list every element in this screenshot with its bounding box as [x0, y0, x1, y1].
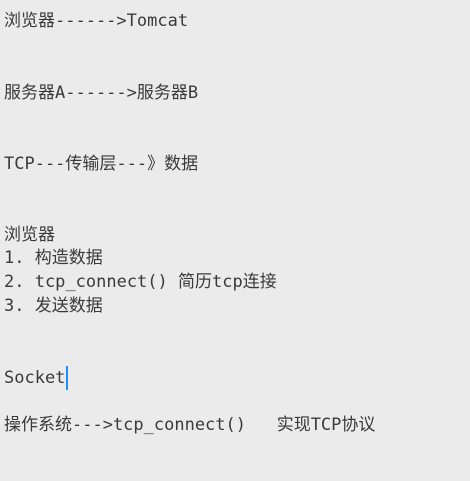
text-editor[interactable]: 浏览器------>Tomcat 服务器A------>服务器B TCP---传…	[0, 0, 470, 481]
text-line: 1. 构造数据	[4, 248, 103, 268]
text-line: 操作系统--->tcp_connect() 实现TCP协议	[4, 415, 376, 435]
text-line: 2. tcp_connect() 简历tcp连接	[4, 272, 277, 292]
text-line: 服务器A------>服务器B	[4, 83, 199, 103]
text-cursor	[66, 366, 69, 390]
text-line: TCP---传输层---》数据	[4, 154, 199, 174]
text-line: 3. 发送数据	[4, 296, 103, 316]
text-line: 浏览器	[4, 225, 55, 245]
text-line: Socket	[4, 368, 66, 388]
text-line: 浏览器------>Tomcat	[4, 11, 189, 31]
text-line-with-cursor: Socket	[4, 366, 69, 390]
